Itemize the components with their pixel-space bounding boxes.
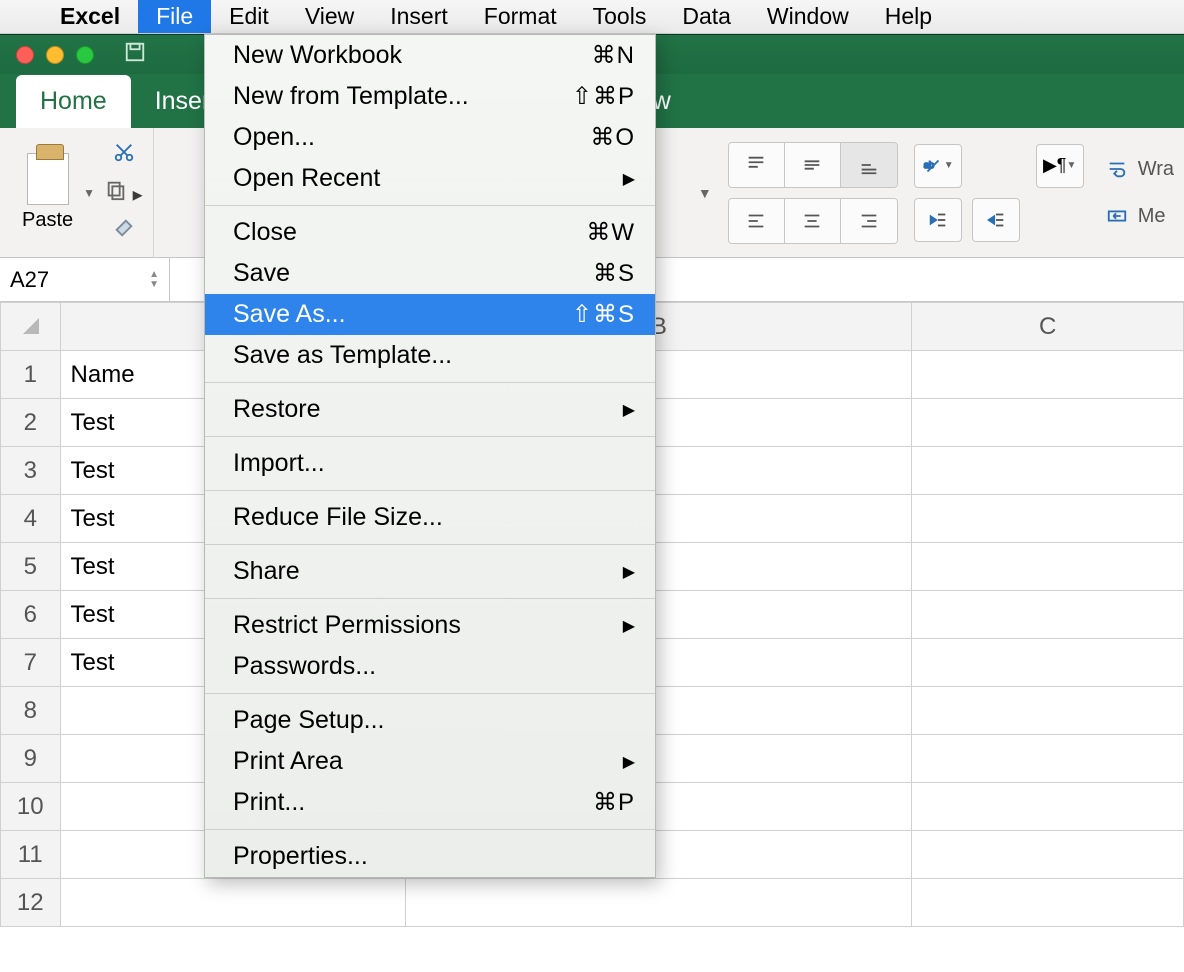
col-header-c[interactable]: C [912,303,1184,351]
submenu-arrow-icon: ▶ [623,616,635,636]
submenu-arrow-icon: ▶ [623,400,635,420]
cell[interactable] [912,639,1184,687]
file-menu: New Workbook⌘NNew from Template...⇧⌘POpe… [204,34,656,878]
svg-text:ab: ab [924,159,934,169]
row-header[interactable]: 4 [1,495,61,543]
menu-item-print[interactable]: Print...⌘P [205,782,655,823]
menu-item-save-as[interactable]: Save As...⇧⌘S [205,294,655,335]
menu-separator [205,490,655,491]
cut-icon[interactable] [113,141,135,169]
menu-item-print-area[interactable]: Print Area▶ [205,741,655,782]
qat-save-icon[interactable] [124,41,146,69]
cell[interactable] [912,399,1184,447]
menu-item-close[interactable]: Close⌘W [205,212,655,253]
menu-item-page-setup[interactable]: Page Setup... [205,700,655,741]
align-center-button[interactable] [785,199,841,243]
menu-item-reduce-file-size[interactable]: Reduce File Size... [205,497,655,538]
menu-file[interactable]: File [138,0,211,33]
paste-icon[interactable] [27,153,69,205]
align-bottom-button[interactable] [841,143,897,187]
menu-tools[interactable]: Tools [575,0,665,33]
menu-separator [205,382,655,383]
menu-item-open[interactable]: Open...⌘O [205,117,655,158]
merge-button[interactable]: Me [1106,205,1174,228]
menu-item-save[interactable]: Save⌘S [205,253,655,294]
row-header[interactable]: 7 [1,639,61,687]
menu-separator [205,829,655,830]
align-top-button[interactable] [729,143,785,187]
decrease-indent-button[interactable] [914,198,962,242]
menu-item-share[interactable]: Share▶ [205,551,655,592]
increase-indent-button[interactable] [972,198,1020,242]
wrap-text-button[interactable]: Wra [1106,158,1174,181]
cell[interactable] [912,735,1184,783]
cell[interactable] [912,351,1184,399]
horizontal-align-group [728,198,898,244]
ribbon-end-group: Wra Me [1106,128,1184,257]
cell[interactable] [912,687,1184,735]
row-header[interactable]: 2 [1,399,61,447]
menu-edit[interactable]: Edit [211,0,287,33]
menu-item-restrict-permissions[interactable]: Restrict Permissions▶ [205,605,655,646]
menu-item-properties[interactable]: Properties... [205,836,655,877]
submenu-arrow-icon: ▶ [623,752,635,772]
menu-separator [205,693,655,694]
menu-item-open-recent[interactable]: Open Recent▶ [205,158,655,199]
menu-item-new-from-template[interactable]: New from Template...⇧⌘P [205,76,655,117]
menu-item-restore[interactable]: Restore▶ [205,389,655,430]
menu-help[interactable]: Help [867,0,950,33]
row-header[interactable]: 12 [1,879,61,927]
align-right-button[interactable] [841,199,897,243]
cell[interactable] [60,879,406,927]
menu-separator [205,436,655,437]
vertical-align-group [728,142,898,188]
submenu-arrow-icon: ▶ [623,562,635,582]
row-header[interactable]: 5 [1,543,61,591]
row-header[interactable]: 8 [1,687,61,735]
cell[interactable] [912,831,1184,879]
window-close-button[interactable] [16,46,34,64]
menu-item-passwords[interactable]: Passwords... [205,646,655,687]
cell[interactable] [912,543,1184,591]
select-all-corner[interactable] [1,303,61,351]
mac-menubar: Excel File Edit View Insert Format Tools… [0,0,1184,34]
row-header[interactable]: 9 [1,735,61,783]
menu-format[interactable]: Format [466,0,575,33]
row-header[interactable]: 6 [1,591,61,639]
cell[interactable] [912,447,1184,495]
name-box[interactable]: A27 ▲▼ [0,258,170,301]
namebox-stepper-icon[interactable]: ▲▼ [149,270,159,290]
cell[interactable] [912,783,1184,831]
menu-window[interactable]: Window [749,0,867,33]
menu-item-import[interactable]: Import... [205,443,655,484]
copy-icon[interactable]: ▸ [105,179,143,207]
menu-item-new-workbook[interactable]: New Workbook⌘N [205,35,655,76]
menu-item-save-as-template[interactable]: Save as Template... [205,335,655,376]
tab-home[interactable]: Home [16,75,131,128]
cell[interactable] [912,495,1184,543]
paste-label: Paste [22,209,73,232]
window-zoom-button[interactable] [76,46,94,64]
cell[interactable] [406,879,912,927]
menu-view[interactable]: View [287,0,372,33]
window-minimize-button[interactable] [46,46,64,64]
menu-separator [205,544,655,545]
submenu-arrow-icon: ▶ [623,169,635,189]
row-header[interactable]: 10 [1,783,61,831]
menu-separator [205,598,655,599]
align-left-button[interactable] [729,199,785,243]
text-direction-button[interactable]: ▶¶ ▼ [1036,144,1084,188]
row-header[interactable]: 3 [1,447,61,495]
cell[interactable] [912,591,1184,639]
row-header[interactable]: 1 [1,351,61,399]
cell[interactable] [912,879,1184,927]
align-middle-button[interactable] [785,143,841,187]
format-painter-icon[interactable] [113,217,135,245]
menu-data[interactable]: Data [664,0,749,33]
row-header[interactable]: 11 [1,831,61,879]
orientation-button[interactable]: ab ▼ [914,144,962,188]
app-menu[interactable]: Excel [42,0,138,33]
menu-separator [205,205,655,206]
menu-insert[interactable]: Insert [372,0,466,33]
